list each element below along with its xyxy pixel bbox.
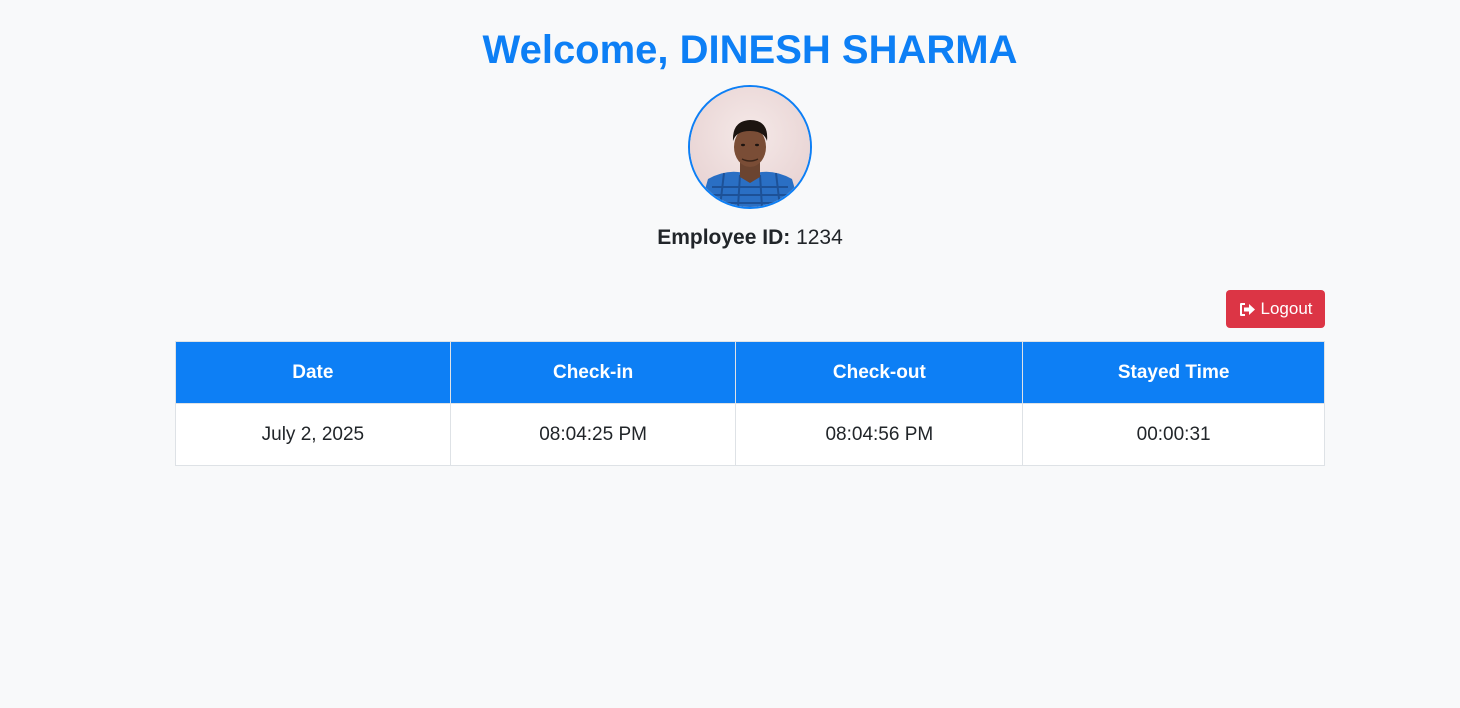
employee-id-label: Employee ID:: [657, 226, 791, 249]
cell-check-in: 08:04:25 PM: [449, 403, 737, 466]
sign-out-icon: [1239, 302, 1255, 316]
column-header-check-out: Check-out: [735, 341, 1024, 404]
cell-date: July 2, 2025: [175, 403, 451, 466]
avatar-photo: [690, 87, 810, 207]
logout-button[interactable]: Logout: [1226, 290, 1325, 328]
attendance-table: Date Check-in Check-out Stayed Time July…: [175, 341, 1325, 466]
table-header-row: Date Check-in Check-out Stayed Time: [175, 341, 1325, 404]
column-header-stayed-time: Stayed Time: [1022, 341, 1325, 404]
welcome-heading: Welcome, DINESH SHARMA: [482, 28, 1018, 72]
avatar: [688, 85, 812, 209]
logout-label: Logout: [1260, 299, 1313, 318]
column-header-date: Date: [175, 341, 451, 404]
employee-id-value: 1234: [796, 226, 843, 249]
column-header-check-in: Check-in: [449, 341, 737, 404]
employee-id: Employee ID: 1234: [0, 226, 1460, 250]
table-row: July 2, 2025 08:04:25 PM 08:04:56 PM 00:…: [175, 403, 1325, 466]
cell-check-out: 08:04:56 PM: [735, 403, 1024, 466]
cell-stayed-time: 00:00:31: [1022, 403, 1325, 466]
